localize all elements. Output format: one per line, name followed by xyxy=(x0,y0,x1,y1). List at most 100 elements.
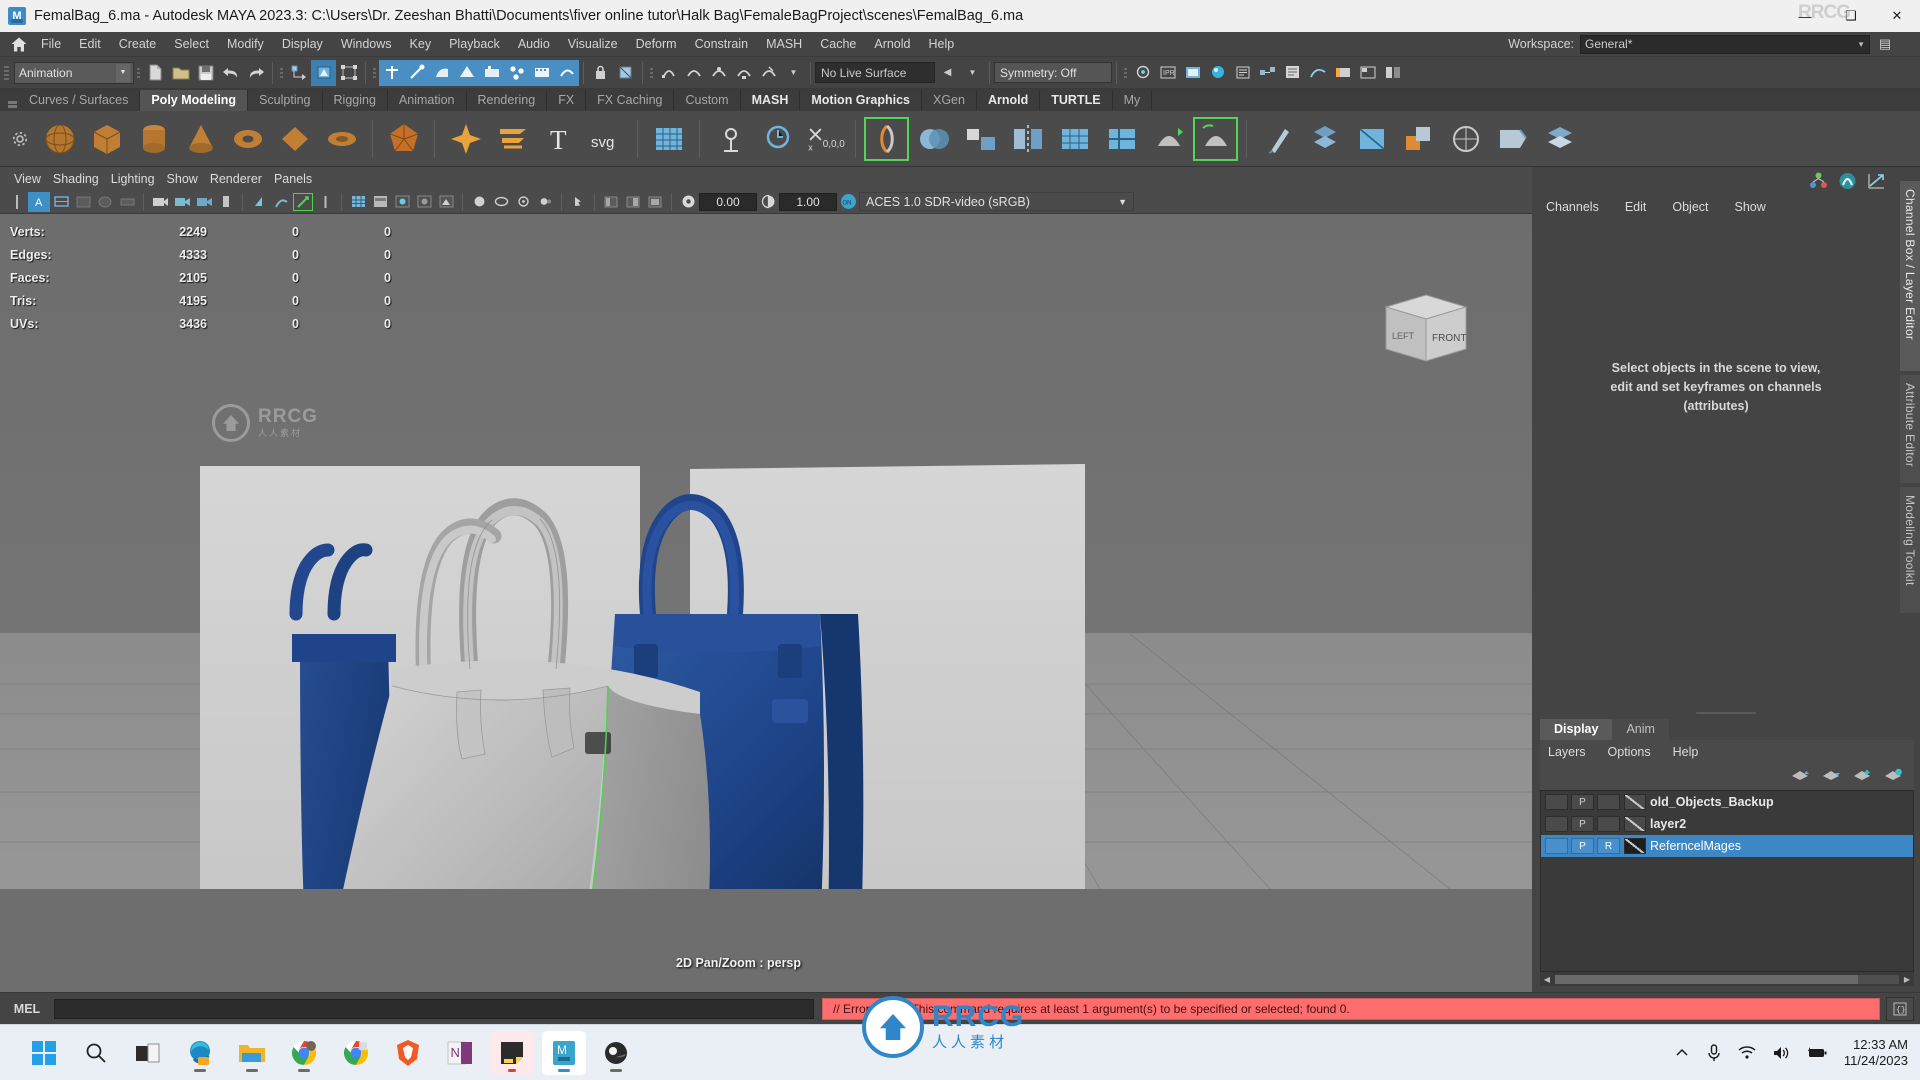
layer-row-layer2[interactable]: P layer2 xyxy=(1541,813,1913,835)
close-button[interactable]: ✕ xyxy=(1874,0,1920,32)
autodesk-maya-icon[interactable]: M xyxy=(542,1030,586,1075)
panel-menu-panels[interactable]: Panels xyxy=(274,171,324,187)
task-view-icon[interactable] xyxy=(126,1031,170,1075)
live-surface-next-icon[interactable]: ▼ xyxy=(960,60,985,86)
vtab-modeling-toolkit[interactable]: Modeling Toolkit xyxy=(1900,487,1920,613)
snap-together-icon[interactable] xyxy=(707,116,754,162)
gamma-icon[interactable] xyxy=(757,192,779,212)
new-scene-icon[interactable] xyxy=(143,60,168,86)
command-input[interactable] xyxy=(54,998,814,1019)
two-d-pan-zoom-icon[interactable] xyxy=(248,192,270,212)
poly-sculpt-icon[interactable] xyxy=(1254,116,1301,162)
menu-file[interactable]: File xyxy=(32,35,70,53)
select-object-icon[interactable] xyxy=(311,59,336,86)
error-message-bar[interactable]: // Error: line 1: This command requires … xyxy=(822,997,1880,1020)
menu-select[interactable]: Select xyxy=(165,35,218,53)
poly-platonic-icon[interactable] xyxy=(380,116,427,162)
motion-blur-icon[interactable] xyxy=(490,192,512,212)
poly-multicut-icon[interactable] xyxy=(1098,116,1145,162)
move-layer-up-icon[interactable] xyxy=(1791,768,1809,787)
3d-viewport[interactable]: y x z Verts: 2249 0 xyxy=(0,214,1532,992)
combine-meshes-icon[interactable] xyxy=(910,116,957,162)
camera-icon[interactable] xyxy=(149,192,171,212)
layer-color-swatch[interactable] xyxy=(1624,794,1646,810)
menu-constrain[interactable]: Constrain xyxy=(686,35,758,53)
maximize-button[interactable]: ❑ xyxy=(1828,0,1874,32)
channel-menu-show[interactable]: Show xyxy=(1735,200,1766,214)
workspace-settings-icon[interactable]: ▤ xyxy=(1876,36,1894,52)
color-management-toggle-icon[interactable]: ON xyxy=(837,192,859,212)
poly-crease-icon[interactable] xyxy=(1489,116,1536,162)
menu-edit[interactable]: Edit xyxy=(70,35,110,53)
layer-color-swatch[interactable] xyxy=(1624,816,1646,832)
layer-menu-help[interactable]: Help xyxy=(1673,745,1699,759)
poly-smooth-icon[interactable] xyxy=(1145,116,1192,162)
snap-to-projected-icon[interactable] xyxy=(731,60,756,86)
viewport-grid-icon[interactable] xyxy=(50,192,72,212)
menu-playback[interactable]: Playback xyxy=(440,35,509,53)
brave-browser-icon[interactable] xyxy=(386,1031,430,1075)
poly-cylinder-icon[interactable] xyxy=(130,116,177,162)
undo-icon[interactable] xyxy=(218,60,243,86)
center-pivot-icon[interactable]: x 0,0,0 xyxy=(801,116,848,162)
toggle-panels-icon[interactable] xyxy=(1380,60,1405,86)
multisample-aa-icon[interactable] xyxy=(512,192,534,212)
live-surface-field[interactable]: No Live Surface xyxy=(815,62,935,83)
poly-bridge-icon[interactable] xyxy=(754,116,801,162)
select-by-rendering-icon[interactable] xyxy=(529,59,554,86)
onenote-icon[interactable]: N xyxy=(438,1031,482,1075)
menu-cache[interactable]: Cache xyxy=(811,35,865,53)
layer-visibility-toggle[interactable] xyxy=(1545,816,1568,832)
shelf-tab-curves-surfaces[interactable]: Curves / Surfaces xyxy=(18,90,141,111)
menu-key[interactable]: Key xyxy=(401,35,441,53)
menu-set-dropdown[interactable]: Animation ▼ xyxy=(14,61,134,84)
select-by-misc-icon[interactable] xyxy=(554,59,579,86)
google-chrome-2-icon[interactable] xyxy=(334,1031,378,1075)
poly-plane-icon[interactable] xyxy=(271,116,318,162)
snap-to-point-icon[interactable] xyxy=(706,60,731,86)
poly-sphere-icon[interactable] xyxy=(36,116,83,162)
new-layer-from-selection-icon[interactable] xyxy=(1884,768,1902,787)
panel-menu-renderer[interactable]: Renderer xyxy=(210,171,274,187)
snap-settings-icon[interactable] xyxy=(613,60,638,86)
shelf-tab-my[interactable]: My xyxy=(1112,90,1153,111)
render-view-icon[interactable] xyxy=(1130,60,1155,86)
isolate-select-icon[interactable] xyxy=(567,192,589,212)
select-by-surface-icon[interactable] xyxy=(429,59,454,86)
scene-hierarchy-icon[interactable] xyxy=(1809,172,1828,194)
channel-menu-channels[interactable]: Channels xyxy=(1546,200,1599,214)
layer-visibility-toggle[interactable] xyxy=(1545,794,1568,810)
open-scene-icon[interactable] xyxy=(168,60,193,86)
content-browser-icon[interactable] xyxy=(1355,60,1380,86)
screen-space-ao-icon[interactable] xyxy=(468,192,490,212)
shelf-tab-fx[interactable]: FX xyxy=(547,90,587,111)
xray-joints-icon[interactable] xyxy=(314,192,336,212)
layer-menu-options[interactable]: Options xyxy=(1608,745,1651,759)
attribute-editor-icon[interactable] xyxy=(1838,172,1857,195)
use-all-lights-icon[interactable] xyxy=(413,192,435,212)
viewport-gate-mask-icon[interactable] xyxy=(116,192,138,212)
panel-splitter[interactable] xyxy=(1532,708,1920,718)
poly-circularize-icon[interactable] xyxy=(1442,116,1489,162)
start-windows-icon[interactable] xyxy=(22,1031,66,1075)
speaker-icon[interactable] xyxy=(1772,1045,1790,1061)
statusline-grip[interactable] xyxy=(2,60,11,86)
wifi-icon[interactable] xyxy=(1738,1045,1756,1060)
vtab-channel-box-layer-editor[interactable]: Channel Box / Layer Editor xyxy=(1900,181,1920,371)
file-explorer-icon[interactable] xyxy=(230,1031,274,1075)
separate-meshes-icon[interactable] xyxy=(957,116,1004,162)
render-settings-icon[interactable] xyxy=(1180,60,1205,86)
poly-extrude-icon[interactable] xyxy=(442,116,489,162)
select-by-handle-icon[interactable] xyxy=(379,59,404,86)
graph-editor-icon[interactable] xyxy=(1305,60,1330,86)
smooth-shade-all-icon[interactable] xyxy=(369,192,391,212)
menu-deform[interactable]: Deform xyxy=(627,35,686,53)
shelf-tab-custom[interactable]: Custom xyxy=(674,90,741,111)
graph-editor-icon[interactable] xyxy=(1867,172,1886,195)
poly-quad-draw-icon[interactable] xyxy=(1051,116,1098,162)
menu-mash[interactable]: MASH xyxy=(757,35,811,53)
viewport-film-gate-icon[interactable] xyxy=(72,192,94,212)
shelf-tab-rendering[interactable]: Rendering xyxy=(466,90,548,111)
shelf-tab-rigging[interactable]: Rigging xyxy=(322,90,388,111)
panel-menu-view[interactable]: View xyxy=(14,171,53,187)
